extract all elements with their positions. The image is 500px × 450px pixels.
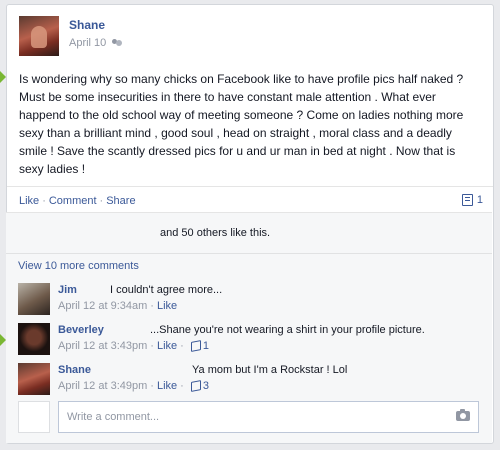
- likes-text[interactable]: and 50 others like this.: [160, 227, 270, 239]
- friends-icon[interactable]: [112, 38, 123, 48]
- separator: ·: [150, 380, 154, 392]
- post-status-text: Is wondering why so many chicks on Faceb…: [19, 72, 464, 176]
- comment-like-count[interactable]: 1: [203, 340, 209, 352]
- comment-text: Ya mom but I'm a Rockstar ! Lol: [192, 364, 348, 376]
- viewer-avatar: [18, 401, 50, 433]
- comment-like-link[interactable]: Like: [157, 380, 177, 392]
- post-actions-bar: Like · Comment · Share 1: [7, 186, 493, 215]
- comment-time[interactable]: April 12 at 3:49pm: [58, 380, 147, 392]
- commenter-name[interactable]: Jim: [58, 284, 77, 296]
- comment-icon: [461, 194, 473, 206]
- author-avatar[interactable]: [19, 16, 59, 56]
- camera-icon[interactable]: [456, 409, 470, 421]
- view-more-comments-link[interactable]: View 10 more comments: [18, 260, 139, 272]
- action-links: Like · Comment · Share: [19, 195, 136, 207]
- comment-meta: April 12 at 9:34am · Like: [58, 300, 177, 312]
- separator: ·: [180, 380, 184, 392]
- comment-like-count[interactable]: 3: [203, 380, 209, 392]
- comment-meta: April 12 at 3:43pm · Like · 1: [58, 340, 209, 352]
- comment-time[interactable]: April 12 at 9:34am: [58, 300, 147, 312]
- separator: ·: [150, 340, 154, 352]
- post-date[interactable]: April 10: [69, 37, 106, 49]
- separator: ·: [150, 300, 154, 312]
- comment-text: I couldn't agree more...: [110, 284, 223, 296]
- commenter-avatar[interactable]: [18, 283, 50, 315]
- share-link[interactable]: Share: [106, 195, 135, 207]
- separator: ·: [99, 195, 104, 207]
- comment-count-value: 1: [476, 194, 483, 206]
- comment-item: Beverley ...Shane you're not wearing a s…: [18, 323, 480, 355]
- commenter-avatar[interactable]: [18, 363, 50, 395]
- separator: ·: [180, 340, 184, 352]
- reply-box: [18, 401, 480, 433]
- like-link[interactable]: Like: [19, 195, 39, 207]
- post-meta: April 10: [69, 37, 123, 49]
- commenter-name[interactable]: Beverley: [58, 324, 104, 336]
- thumbs-up-icon[interactable]: [190, 340, 201, 352]
- post-author[interactable]: Shane: [69, 18, 105, 32]
- comment-time[interactable]: April 12 at 3:43pm: [58, 340, 147, 352]
- comment-count[interactable]: 1: [461, 194, 483, 206]
- comment-text: ...Shane you're not wearing a shirt in y…: [150, 324, 425, 336]
- highlight-marker: [0, 65, 6, 89]
- comment-item: Jim I couldn't agree more... April 12 at…: [18, 283, 480, 315]
- separator: ·: [42, 195, 46, 207]
- comment-like-link[interactable]: Like: [157, 300, 177, 312]
- commenter-name[interactable]: Shane: [58, 364, 91, 376]
- write-comment-input[interactable]: [58, 401, 479, 433]
- thumbs-up-icon[interactable]: [190, 380, 201, 392]
- comment-link[interactable]: Comment: [49, 195, 97, 207]
- highlight-marker: [0, 328, 6, 352]
- likes-row: and 50 others like this.: [6, 213, 492, 254]
- feedback-section: and 50 others like this. View 10 more co…: [6, 212, 492, 443]
- comment-meta: April 12 at 3:49pm · Like · 3: [58, 380, 209, 392]
- comment-item: Shane Ya mom but I'm a Rockstar ! Lol Ap…: [18, 363, 480, 395]
- comment-like-link[interactable]: Like: [157, 340, 177, 352]
- commenter-avatar[interactable]: [18, 323, 50, 355]
